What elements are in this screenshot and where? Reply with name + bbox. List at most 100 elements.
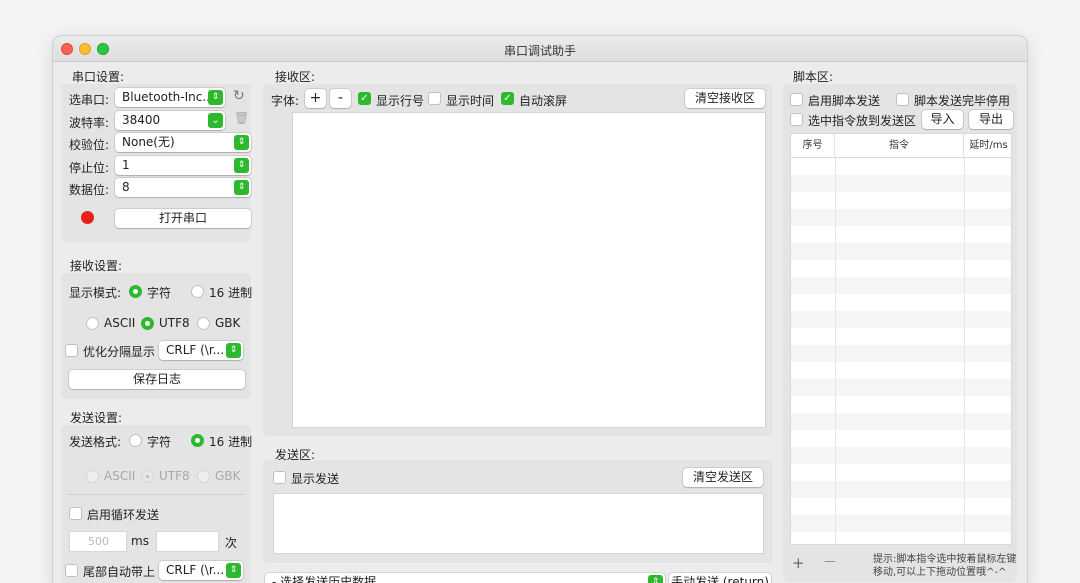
send-format-char-label: 字符 xyxy=(147,435,172,449)
table-row[interactable] xyxy=(791,430,1011,447)
show-line-number-label: 显示行号 xyxy=(376,94,425,108)
table-row[interactable] xyxy=(791,175,1011,192)
script-hint-line2: 移动,可以上下拖动位置哦^-^ xyxy=(873,567,1007,578)
table-row[interactable] xyxy=(791,447,1011,464)
updown-arrows-icon: ⇕ xyxy=(234,135,249,150)
font-increase-button[interactable]: + xyxy=(305,89,326,108)
table-row[interactable] xyxy=(791,294,1011,311)
tail-append-checkbox[interactable] xyxy=(65,564,78,577)
column-header-index: 序号 xyxy=(791,134,835,158)
table-row[interactable] xyxy=(791,260,1011,277)
table-row[interactable] xyxy=(791,209,1011,226)
font-decrease-button[interactable]: - xyxy=(330,89,351,108)
parity-value: None(无) xyxy=(122,135,175,149)
show-line-number-checkbox[interactable]: ✓ xyxy=(358,92,371,105)
loop-interval-input[interactable]: 500 xyxy=(69,531,127,552)
table-row[interactable] xyxy=(791,243,1011,260)
send-encoding-gbk-label: GBK xyxy=(215,469,241,483)
table-row[interactable] xyxy=(791,328,1011,345)
receive-settings-panel: 显示模式: 字符 16 进制 ASCII UTF8 GBK 优化分隔显示 CRL… xyxy=(61,273,252,399)
table-row[interactable] xyxy=(791,532,1011,544)
enable-script-checkbox[interactable] xyxy=(790,93,803,106)
baud-combobox[interactable]: 38400 ⌄ xyxy=(115,111,225,130)
send-textarea[interactable] xyxy=(273,493,764,554)
column-header-command: 指令 xyxy=(835,134,964,158)
receive-textarea[interactable] xyxy=(292,112,766,428)
tail-separator-value: CRLF (\r... xyxy=(166,563,225,577)
send-encoding-gbk-radio[interactable] xyxy=(197,470,210,483)
table-row[interactable] xyxy=(791,379,1011,396)
updown-arrows-icon: ⇕ xyxy=(648,575,663,583)
loop-send-checkbox[interactable] xyxy=(69,507,82,520)
show-time-label: 显示时间 xyxy=(446,94,495,108)
table-row[interactable] xyxy=(791,498,1011,515)
table-row[interactable] xyxy=(791,345,1011,362)
send-area-panel: 显示发送 清空发送区 xyxy=(263,460,773,563)
optimize-separator-label: 优化分隔显示 xyxy=(83,345,156,359)
send-encoding-ascii-radio[interactable] xyxy=(86,470,99,483)
parity-select[interactable]: None(无) ⇕ xyxy=(115,133,251,152)
connection-status-indicator xyxy=(81,211,94,224)
table-row[interactable] xyxy=(791,515,1011,532)
recv-separator-select[interactable]: CRLF (\r... ⇕ xyxy=(159,341,243,360)
recv-encoding-utf8-label: UTF8 xyxy=(159,316,190,330)
add-script-row-button[interactable]: + xyxy=(792,554,805,572)
show-send-checkbox[interactable] xyxy=(273,471,286,484)
tail-separator-select[interactable]: CRLF (\r... ⇕ xyxy=(159,561,243,580)
display-mode-hex-radio[interactable] xyxy=(191,285,204,298)
receive-settings-heading: 接收设置: xyxy=(70,259,123,273)
save-log-button[interactable]: 保存日志 xyxy=(69,370,245,389)
table-row[interactable] xyxy=(791,464,1011,481)
send-encoding-utf8-label: UTF8 xyxy=(159,469,190,483)
recv-encoding-ascii-radio[interactable] xyxy=(86,317,99,330)
tail-append-label: 尾部自动带上 xyxy=(83,565,156,579)
count-unit-label: 次 xyxy=(225,536,238,550)
table-row[interactable] xyxy=(791,311,1011,328)
table-row[interactable] xyxy=(791,481,1011,498)
table-row[interactable] xyxy=(791,277,1011,294)
table-row[interactable] xyxy=(791,158,1011,175)
send-format-hex-radio[interactable] xyxy=(191,434,204,447)
table-row[interactable] xyxy=(791,362,1011,379)
send-format-label: 发送格式: xyxy=(69,435,122,449)
stop-bits-select[interactable]: 1 ⇕ xyxy=(115,156,251,175)
optimize-separator-checkbox[interactable] xyxy=(65,344,78,357)
parity-label: 校验位: xyxy=(69,138,110,152)
enable-script-label: 启用脚本发送 xyxy=(808,94,881,108)
loop-count-input[interactable] xyxy=(156,531,219,552)
send-format-char-radio[interactable] xyxy=(129,434,142,447)
column-header-delay: 延时/ms xyxy=(969,140,1008,151)
refresh-icon[interactable]: ↻ xyxy=(233,88,245,104)
export-button[interactable]: 导出 xyxy=(969,110,1013,129)
clear-send-button[interactable]: 清空发送区 xyxy=(683,468,763,487)
script-table-header: 序号 指令 延时/ms xyxy=(791,134,1011,158)
clear-receive-button[interactable]: 清空接收区 xyxy=(685,89,765,108)
table-row[interactable] xyxy=(791,396,1011,413)
send-history-select[interactable]: - 选择发送历史数据 ⇕ xyxy=(265,573,665,583)
send-encoding-ascii-label: ASCII xyxy=(104,469,136,483)
open-port-button[interactable]: 打开串口 xyxy=(115,209,251,228)
auto-scroll-checkbox[interactable]: ✓ xyxy=(501,92,514,105)
trash-icon[interactable]: 🗑 xyxy=(234,111,249,125)
remove-script-row-button[interactable]: — xyxy=(824,554,836,568)
table-row[interactable] xyxy=(791,413,1011,430)
stop-after-script-checkbox[interactable] xyxy=(896,93,909,106)
app-window: 串口调试助手 串口设置: 选串口: Bluetooth-Inc... ⇕ ↻ 波… xyxy=(52,35,1028,583)
show-time-checkbox[interactable] xyxy=(428,92,441,105)
import-button[interactable]: 导入 xyxy=(922,110,963,129)
column-divider xyxy=(835,158,836,544)
script-table[interactable]: 序号 指令 延时/ms xyxy=(790,133,1012,545)
send-encoding-utf8-radio[interactable] xyxy=(141,470,154,483)
manual-send-button[interactable]: 手动发送 (return) xyxy=(669,573,771,583)
font-size-label: 字体: xyxy=(271,94,300,108)
updown-arrows-icon: ⇕ xyxy=(226,563,241,578)
display-mode-char-radio[interactable] xyxy=(129,285,142,298)
table-row[interactable] xyxy=(791,192,1011,209)
port-select[interactable]: Bluetooth-Inc... ⇕ xyxy=(115,88,225,107)
data-bits-select[interactable]: 8 ⇕ xyxy=(115,178,251,197)
receive-area-panel: 字体: + - ✓ 显示行号 显示时间 ✓ 自动滚屏 清空接收区 xyxy=(263,84,773,436)
put-selected-checkbox[interactable] xyxy=(790,113,803,126)
table-row[interactable] xyxy=(791,226,1011,243)
recv-encoding-utf8-radio[interactable] xyxy=(141,317,154,330)
recv-encoding-gbk-radio[interactable] xyxy=(197,317,210,330)
